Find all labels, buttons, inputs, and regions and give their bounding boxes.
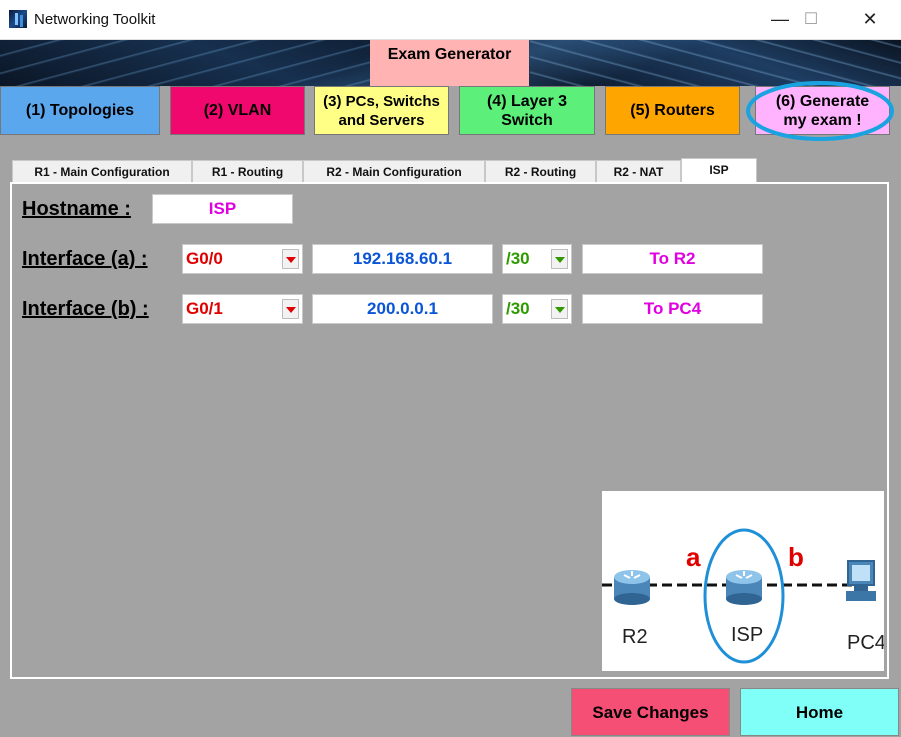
interface-a-mask-value: /30 [506, 249, 530, 268]
interface-b-port-select[interactable]: G0/1 [182, 294, 303, 324]
interface-a-label: Interface (a) : [22, 248, 148, 270]
nav-layer3-switch-button[interactable]: (4) Layer 3 Switch [459, 86, 595, 135]
exam-generator-title: Exam Generator [370, 40, 529, 86]
window-title: Networking Toolkit [34, 11, 156, 28]
tab-r1-routing[interactable]: R1 - Routing [192, 160, 303, 182]
close-button[interactable]: ✕ [845, 0, 895, 39]
tab-isp[interactable]: ISP [681, 158, 757, 183]
home-button[interactable]: Home [740, 688, 899, 736]
tab-r2-main-configuration[interactable]: R2 - Main Configuration [303, 160, 485, 182]
nav-topologies-button[interactable]: (1) Topologies [0, 86, 160, 135]
tab-r1-main-configuration[interactable]: R1 - Main Configuration [12, 160, 192, 182]
router-r2-icon [614, 570, 650, 605]
interface-a-port-value: G0/0 [186, 249, 223, 268]
hostname-label: Hostname : [22, 198, 131, 220]
save-changes-button[interactable]: Save Changes [571, 688, 730, 736]
link-b-label: b [788, 542, 804, 572]
nav-pcs-switchs-servers-button[interactable]: (3) PCs, Switchs and Servers [314, 86, 449, 135]
app-icon [9, 10, 27, 28]
interface-b-label: Interface (b) : [22, 298, 149, 320]
topology-diagram: a b R2 ISP PC4 [602, 491, 886, 671]
interface-b-mask-select[interactable]: /30 [502, 294, 572, 324]
interface-b-description-field[interactable]: To PC4 [582, 294, 763, 324]
pc-icon [846, 560, 876, 601]
chevron-down-icon[interactable] [551, 299, 568, 319]
nav-routers-button[interactable]: (5) Routers [605, 86, 740, 135]
node-r2-label: R2 [622, 626, 648, 648]
chevron-down-icon[interactable] [551, 249, 568, 269]
interface-b-ip-field[interactable]: 200.0.0.1 [312, 294, 493, 324]
generate-highlight-ring [746, 81, 894, 141]
node-pc4-label: PC4 [847, 632, 884, 654]
interface-a-ip-field[interactable]: 192.168.60.1 [312, 244, 493, 274]
title-bar: Networking Toolkit — ☐ ✕ [0, 0, 901, 40]
link-a-label: a [686, 542, 701, 572]
node-isp-label: ISP [731, 624, 763, 646]
interface-a-port-select[interactable]: G0/0 [182, 244, 303, 274]
interface-b-port-value: G0/1 [186, 299, 223, 318]
hostname-field[interactable]: ISP [152, 194, 293, 224]
chevron-down-icon[interactable] [282, 249, 299, 269]
tab-r2-nat[interactable]: R2 - NAT [596, 160, 681, 182]
tab-r2-routing[interactable]: R2 - Routing [485, 160, 596, 182]
interface-b-mask-value: /30 [506, 299, 530, 318]
maximize-button[interactable]: ☐ [786, 0, 836, 39]
chevron-down-icon[interactable] [282, 299, 299, 319]
interface-a-description-field[interactable]: To R2 [582, 244, 763, 274]
interface-a-mask-select[interactable]: /30 [502, 244, 572, 274]
nav-vlan-button[interactable]: (2) VLAN [170, 86, 305, 135]
router-isp-icon [726, 570, 762, 605]
